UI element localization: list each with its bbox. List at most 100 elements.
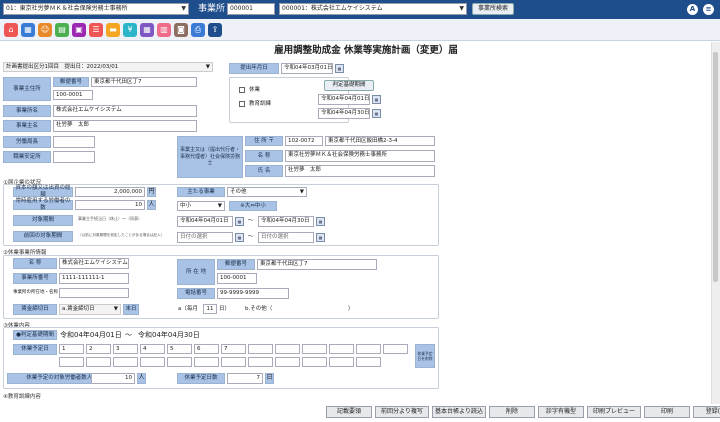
agent-person-input[interactable]: 社労夢 太郎: [285, 165, 435, 177]
camera-icon[interactable]: ◙: [174, 23, 188, 37]
building-icon[interactable]: ▦: [21, 23, 35, 37]
calendar-icon[interactable]: ▣: [72, 23, 86, 37]
schedule-day-cell[interactable]: [140, 357, 165, 367]
schedule-day-cell[interactable]: [194, 357, 219, 367]
schedule-day-cell[interactable]: [167, 357, 192, 367]
employer-owner-input[interactable]: 社労夢 太郎: [53, 120, 197, 132]
schedule-day-cell[interactable]: [248, 344, 273, 354]
calendar-icon[interactable]: ▦: [335, 64, 344, 73]
calendar-icon[interactable]: ▦: [316, 217, 325, 226]
wage-a-input[interactable]: 11: [203, 304, 217, 314]
footer-button-4[interactable]: 診字有機型: [538, 406, 584, 418]
industry-select[interactable]: その他 ▼: [227, 187, 307, 197]
employees-input[interactable]: 10: [75, 200, 145, 210]
schedule-day-cell[interactable]: [383, 344, 408, 354]
grid-icon[interactable]: ▦: [140, 23, 154, 37]
export-icon[interactable]: ⇪: [208, 23, 222, 37]
employer-zip-input[interactable]: 100-0001: [53, 90, 93, 100]
workplace-insurance-input[interactable]: 1111-111111-1: [59, 273, 129, 284]
chart-icon[interactable]: ▥: [157, 23, 171, 37]
workplace-name-input[interactable]: 株式会社エムケイシステム: [59, 258, 129, 269]
employer-address-input[interactable]: 東京都千代田区丁7: [91, 77, 197, 87]
print-icon[interactable]: ⎙: [191, 23, 205, 37]
footer-button-3[interactable]: 削除: [489, 406, 535, 418]
workplace-tel-input[interactable]: 99-9999-9999: [217, 288, 289, 299]
wage-close-select[interactable]: a.賃金締切日 ▼: [59, 304, 121, 315]
workplace-owner-input[interactable]: [59, 288, 129, 298]
plan-select[interactable]: 計画書提出区分1回目 提出日：2022/03/01 ▼: [3, 62, 213, 72]
schedule-day-cell[interactable]: [302, 344, 327, 354]
schedule-day-cell[interactable]: [329, 344, 354, 354]
home-icon[interactable]: ⌂: [4, 23, 18, 37]
schedule-day-cell[interactable]: 6: [194, 344, 219, 354]
prev-to-input[interactable]: 日付の選択: [258, 232, 314, 243]
schedule-day-cell[interactable]: [248, 357, 273, 367]
size-select[interactable]: 中小 ▼: [177, 201, 225, 211]
size-toggle-button[interactable]: ※大⇔中小: [229, 201, 277, 211]
schedule-day-cell[interactable]: 1: [59, 344, 84, 354]
schedule-day-cell[interactable]: [113, 357, 138, 367]
office-search-button[interactable]: 事業所検索: [472, 3, 514, 15]
schedule-day-cell[interactable]: [59, 357, 84, 367]
footer-button-1[interactable]: 前回分より複写: [375, 406, 429, 418]
workplace-address-input[interactable]: 東京都千代田区丁7: [257, 259, 377, 270]
calendar-icon[interactable]: ▦: [235, 217, 244, 226]
schedule-day-cell[interactable]: [221, 357, 246, 367]
menu-icon[interactable]: ≡: [703, 4, 714, 15]
judgment-period-radio[interactable]: ● 判定基礎期間: [13, 330, 57, 340]
schedule-day-cell[interactable]: [356, 357, 381, 367]
calendar-icon[interactable]: ▦: [316, 233, 325, 242]
agent-name-input[interactable]: 東京社労夢ＭＫ＆社会保険労務士事務所: [285, 150, 435, 162]
training-checkbox[interactable]: [239, 101, 245, 107]
footer-button-5[interactable]: 印刷プレビュー: [587, 406, 641, 418]
footer-button-6[interactable]: 印刷: [644, 406, 690, 418]
employment-office-input[interactable]: [53, 151, 95, 163]
person-icon[interactable]: ☺: [38, 23, 52, 37]
target-to-input[interactable]: 令和04年04月30日: [258, 216, 314, 227]
period-to-input[interactable]: 令和04年04月30日: [318, 108, 370, 119]
target-from-input[interactable]: 令和04年04月01日: [177, 216, 233, 227]
schedule-day-cell[interactable]: 3: [113, 344, 138, 354]
office-code-input[interactable]: 000001: [227, 3, 275, 15]
footer-button-0[interactable]: 記載要領: [326, 406, 372, 418]
schedule-day-cell[interactable]: [329, 357, 354, 367]
footer-button-7[interactable]: 登録(S): [693, 406, 720, 418]
workplace-postal-label: 郵便番号: [217, 259, 255, 270]
agent-zip-input[interactable]: 102-0072: [285, 136, 323, 146]
document-icon[interactable]: ▤: [55, 23, 69, 37]
list-icon[interactable]: ☰: [89, 23, 103, 37]
footer-button-2[interactable]: 基本台帳より読込: [432, 406, 486, 418]
scrollbar-thumb[interactable]: [713, 52, 718, 282]
office-name-select[interactable]: 000001：株式会社エムケイシステム ▼: [279, 3, 467, 15]
schedule-day-cell[interactable]: [86, 357, 111, 367]
workplace-zip-input[interactable]: 100-0001: [217, 273, 257, 284]
employer-name-input[interactable]: 株式会社エムケイシステム: [53, 105, 197, 117]
capital-input[interactable]: 2,000,000: [75, 187, 145, 197]
help-icon[interactable]: A: [687, 4, 698, 15]
prev-from-input[interactable]: 日付の選択: [177, 232, 233, 243]
agent-address-input[interactable]: 東京都千代田区飯田橋2-3-4: [325, 136, 435, 146]
scheduled-days-input[interactable]: 7: [227, 373, 263, 384]
schedule-day-cell[interactable]: 4: [140, 344, 165, 354]
leave-checkbox[interactable]: [239, 87, 245, 93]
labor-bureau-input[interactable]: [53, 136, 95, 148]
clear-days-button[interactable]: 休業予定日を削除: [415, 344, 435, 368]
submission-date-input[interactable]: 令和04年03月01日: [281, 63, 333, 74]
schedule-day-cell[interactable]: [356, 344, 381, 354]
period-from-input[interactable]: 令和04年04月01日: [318, 94, 370, 105]
money-icon[interactable]: ¥: [123, 23, 137, 37]
month-end-button[interactable]: 末日: [123, 304, 139, 315]
calendar-icon[interactable]: ▦: [372, 109, 381, 118]
folder-icon[interactable]: ▬: [106, 23, 120, 37]
calendar-icon[interactable]: ▦: [235, 233, 244, 242]
schedule-day-cell[interactable]: [275, 357, 300, 367]
office-group-select[interactable]: 01：東京社労夢ＭＫ＆社会保険労務士事務所 ▼: [3, 3, 189, 15]
schedule-day-cell[interactable]: 5: [167, 344, 192, 354]
schedule-day-cell[interactable]: 2: [86, 344, 111, 354]
schedule-day-cell[interactable]: [275, 344, 300, 354]
calendar-icon[interactable]: ▦: [372, 95, 381, 104]
target-workers-input[interactable]: 10: [91, 373, 135, 384]
schedule-day-cell[interactable]: 7: [221, 344, 246, 354]
schedule-day-cell[interactable]: [302, 357, 327, 367]
period-button[interactable]: 判定基礎期間: [324, 80, 374, 91]
